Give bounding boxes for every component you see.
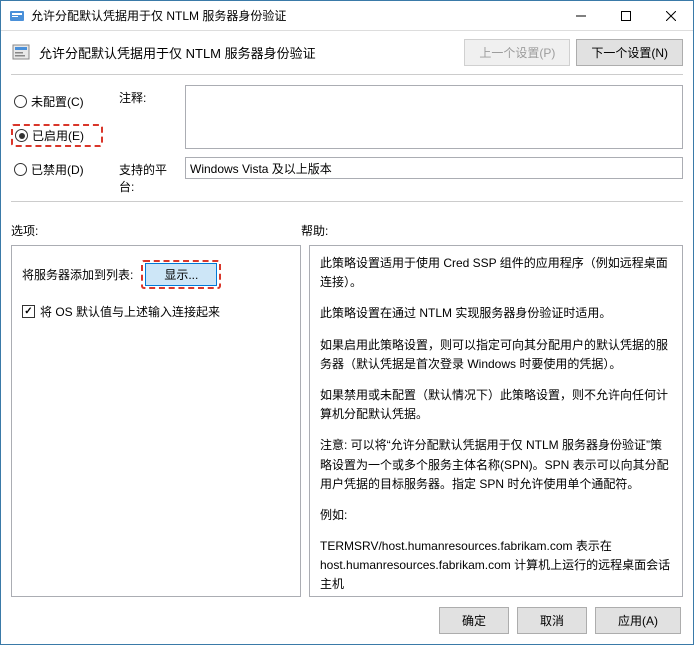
radio-icon: [14, 95, 27, 108]
app-icon: [9, 8, 25, 24]
help-text: 如果禁用或未配置（默认情况下）此策略设置，则不允许向任何计算机分配默认凭据。: [320, 386, 672, 424]
ok-button[interactable]: 确定: [439, 607, 509, 634]
upper-section: 未配置(C) 已启用(E) 已禁用(D) 注释: 支持的平台:: [1, 75, 693, 201]
next-setting-button[interactable]: 下一个设置(N): [576, 39, 683, 66]
state-radios: 未配置(C) 已启用(E) 已禁用(D): [11, 85, 103, 195]
maximize-button[interactable]: [603, 1, 648, 30]
lower-section: 将服务器添加到列表: 显示... 将 OS 默认值与上述输入连接起来 此策略设置…: [1, 245, 693, 597]
help-text: 注意: 可以将“允许分配默认凭据用于仅 NTLM 服务器身份验证”策略设置为一个…: [320, 436, 672, 494]
titlebar: 允许分配默认凭据用于仅 NTLM 服务器身份验证: [1, 1, 693, 31]
prev-setting-button[interactable]: 上一个设置(P): [464, 39, 570, 66]
platform-row: 支持的平台:: [119, 157, 683, 195]
radio-label: 已启用(E): [32, 127, 84, 144]
policy-icon: [11, 42, 33, 64]
add-servers-label: 将服务器添加到列表:: [22, 266, 133, 283]
footer: 确定 取消 应用(A): [1, 597, 693, 644]
comment-row: 注释:: [119, 85, 683, 149]
comment-label: 注释:: [119, 85, 179, 106]
apply-button[interactable]: 应用(A): [595, 607, 681, 634]
close-button[interactable]: [648, 1, 693, 30]
section-labels: 选项: 帮助:: [1, 202, 693, 245]
header-row: 允许分配默认凭据用于仅 NTLM 服务器身份验证 上一个设置(P) 下一个设置(…: [1, 31, 693, 74]
window-controls: [558, 1, 693, 30]
concat-defaults-checkbox-row[interactable]: 将 OS 默认值与上述输入连接起来: [22, 303, 290, 320]
show-button-highlight: 显示...: [141, 260, 221, 289]
policy-dialog: 允许分配默认凭据用于仅 NTLM 服务器身份验证 允许分配默认凭据用于仅 NTL…: [0, 0, 694, 645]
help-text: 此策略设置适用于使用 Cred SSP 组件的应用程序（例如远程桌面连接）。: [320, 254, 672, 292]
upper-right: 注释: 支持的平台:: [119, 85, 683, 195]
radio-disabled[interactable]: 已禁用(D): [11, 159, 103, 180]
help-panel[interactable]: 此策略设置适用于使用 Cred SSP 组件的应用程序（例如远程桌面连接）。 此…: [309, 245, 683, 597]
radio-label: 已禁用(D): [31, 161, 84, 178]
radio-enabled[interactable]: 已启用(E): [11, 124, 103, 147]
platform-label: 支持的平台:: [119, 157, 179, 195]
options-panel: 将服务器添加到列表: 显示... 将 OS 默认值与上述输入连接起来: [11, 245, 301, 597]
radio-icon: [14, 163, 27, 176]
help-text: 如果启用此策略设置，则可以指定可向其分配用户的默认凭据的服务器（默认凭据是首次登…: [320, 336, 672, 374]
help-text: 此策略设置在通过 NTLM 实现服务器身份验证时适用。: [320, 304, 672, 323]
radio-label: 未配置(C): [31, 93, 84, 110]
help-label: 帮助:: [301, 222, 328, 239]
policy-title: 允许分配默认凭据用于仅 NTLM 服务器身份验证: [39, 43, 458, 62]
cancel-button[interactable]: 取消: [517, 607, 587, 634]
minimize-button[interactable]: [558, 1, 603, 30]
radio-icon: [15, 129, 28, 142]
window-title: 允许分配默认凭据用于仅 NTLM 服务器身份验证: [31, 7, 558, 24]
options-label: 选项:: [11, 222, 301, 239]
radio-not-configured[interactable]: 未配置(C): [11, 91, 103, 112]
checkbox-label: 将 OS 默认值与上述输入连接起来: [40, 303, 220, 320]
platform-field: [185, 157, 683, 179]
add-servers-row: 将服务器添加到列表: 显示...: [22, 260, 290, 289]
checkbox-icon: [22, 305, 35, 318]
show-button[interactable]: 显示...: [145, 263, 217, 286]
comment-input[interactable]: [185, 85, 683, 149]
help-text: TERMSRV/host.humanresources.fabrikam.com…: [320, 537, 672, 595]
help-text: 例如:: [320, 506, 672, 525]
